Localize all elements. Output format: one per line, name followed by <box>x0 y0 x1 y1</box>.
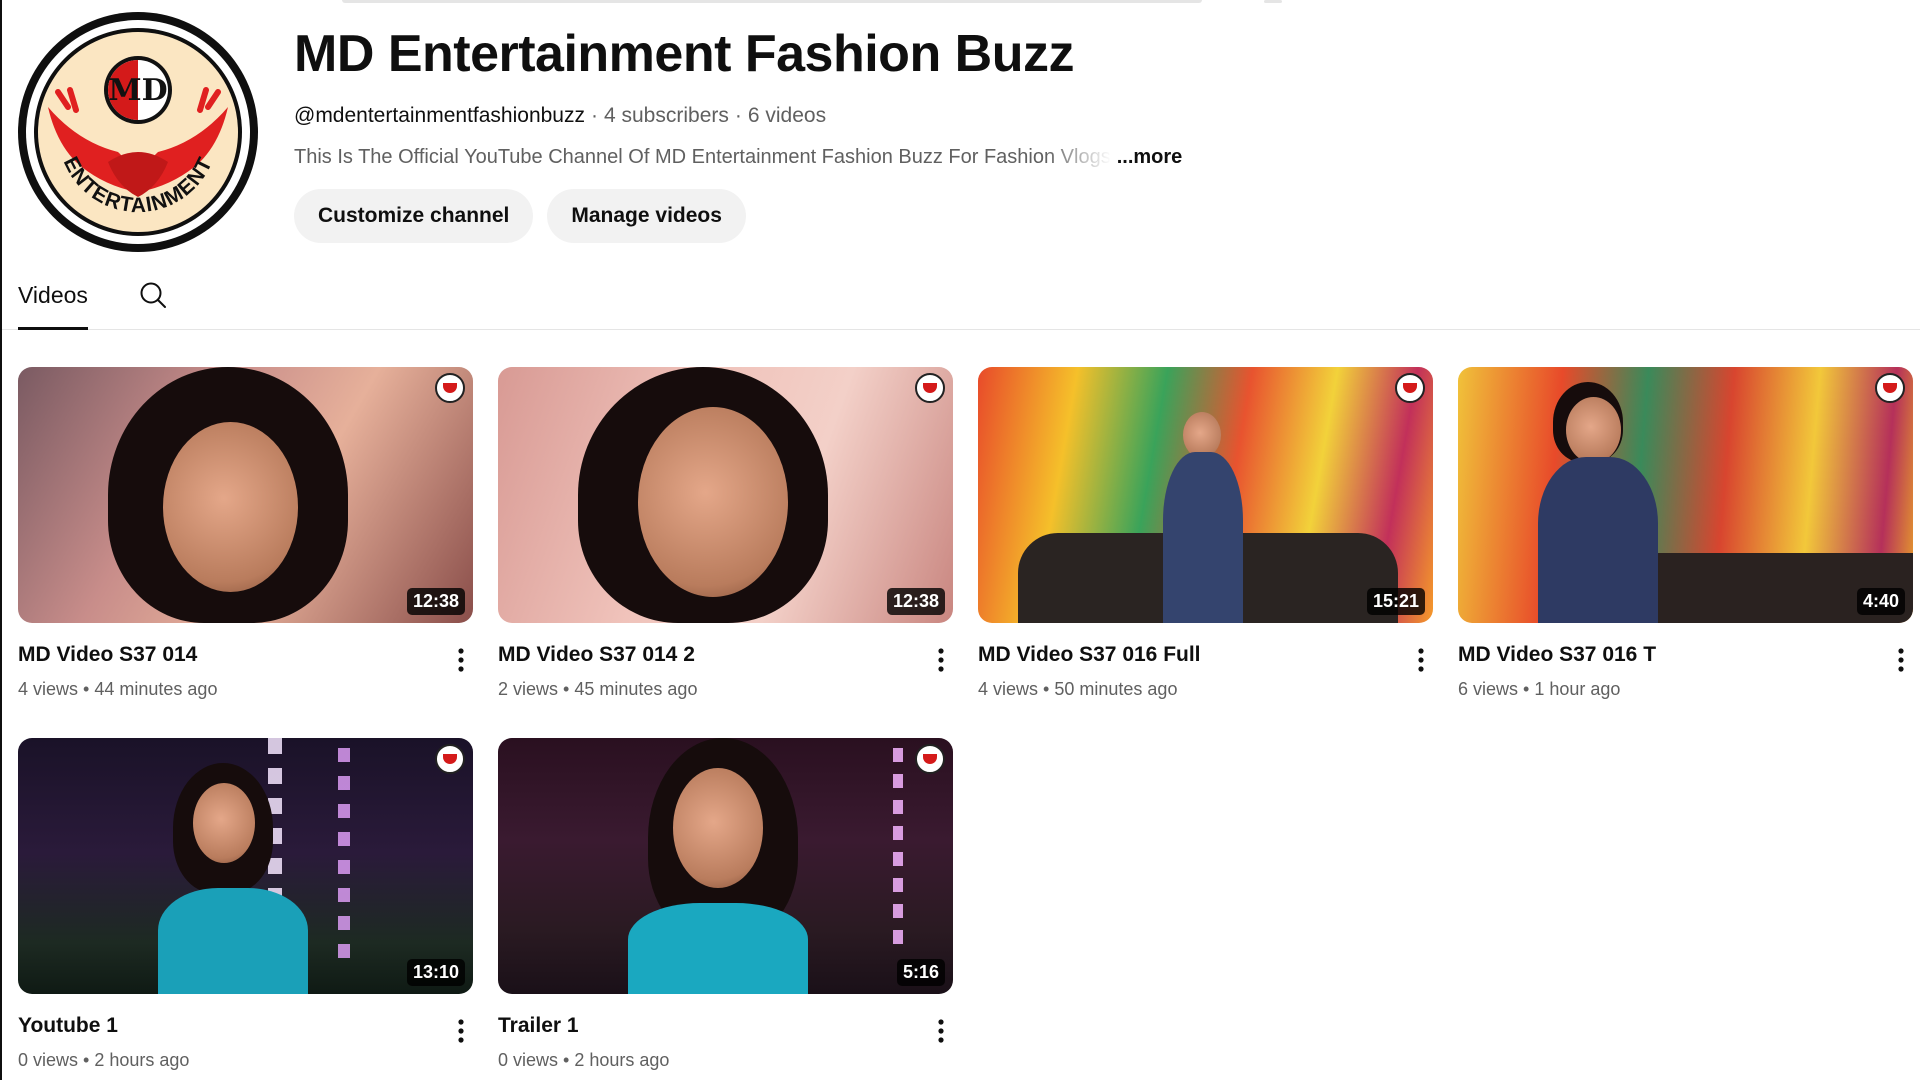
more-vert-icon <box>1418 648 1424 672</box>
video-thumbnail[interactable]: 12:38 <box>18 367 473 623</box>
video-duration: 5:16 <box>896 959 945 986</box>
more-vert-icon <box>458 648 464 672</box>
video-meta: 0 views • 2 hours ago <box>498 1050 913 1071</box>
more-vert-icon <box>1898 648 1904 672</box>
video-menu-button[interactable] <box>449 645 473 675</box>
video-duration: 12:38 <box>406 588 465 615</box>
video-meta: 4 views • 44 minutes ago <box>18 679 433 700</box>
video-card[interactable]: 15:21 MD Video S37 016 Full 4 views • 50… <box>978 367 1433 700</box>
video-title[interactable]: Trailer 1 <box>498 1012 913 1040</box>
video-card[interactable]: 4:40 MD Video S37 016 T 6 views • 1 hour… <box>1458 367 1913 700</box>
channel-handle[interactable]: @mdentertainmentfashionbuzz <box>294 104 585 128</box>
video-title[interactable]: MD Video S37 014 2 <box>498 641 913 669</box>
video-info: Trailer 1 0 views • 2 hours ago <box>498 1012 953 1071</box>
customize-channel-button[interactable]: Customize channel <box>294 189 534 243</box>
meta-separator: • <box>563 1050 570 1070</box>
channel-logo-icon: MD ENTERTAINMENT <box>26 20 250 244</box>
video-info: MD Video S37 016 T 6 views • 1 hour ago <box>1458 641 1913 700</box>
subscriber-count: 4 subscribers <box>603 104 729 127</box>
channel-watermark-icon <box>435 744 465 774</box>
video-card[interactable]: 13:10 Youtube 1 0 views • 2 hours ago <box>18 738 473 1071</box>
video-thumbnail[interactable]: 5:16 <box>498 738 953 994</box>
video-thumbnail[interactable]: 4:40 <box>1458 367 1913 623</box>
channel-header: MD ENTERTAINMENT MD Entertainment Fashio… <box>18 12 1182 252</box>
video-views: 0 views <box>18 1050 79 1070</box>
video-duration: 12:38 <box>886 588 945 615</box>
channel-search-button[interactable] <box>138 261 168 329</box>
video-menu-button[interactable] <box>929 645 953 675</box>
video-count: 6 videos <box>747 104 827 127</box>
video-views: 4 views <box>18 679 79 699</box>
video-menu-button[interactable] <box>929 1016 953 1046</box>
top-scroll-dot <box>1264 0 1282 3</box>
logo-md-text: MD <box>108 73 167 108</box>
video-menu-button[interactable] <box>1409 645 1433 675</box>
video-views: 6 views <box>1458 679 1519 699</box>
video-info: MD Video S37 014 2 2 views • 45 minutes … <box>498 641 953 700</box>
video-meta: 4 views • 50 minutes ago <box>978 679 1393 700</box>
channel-info: MD Entertainment Fashion Buzz @mdenterta… <box>294 12 1182 243</box>
video-card[interactable]: 12:38 MD Video S37 014 4 views • 44 minu… <box>18 367 473 700</box>
video-published: 45 minutes ago <box>574 679 698 699</box>
description-more-link[interactable]: ...more <box>1117 146 1183 169</box>
channel-meta: @mdentertainmentfashionbuzz · 4 subscrib… <box>294 104 1182 128</box>
channel-watermark-icon <box>915 744 945 774</box>
more-vert-icon <box>938 648 944 672</box>
channel-watermark-icon <box>435 373 465 403</box>
manage-videos-button[interactable]: Manage videos <box>547 189 746 243</box>
video-menu-button[interactable] <box>1889 645 1913 675</box>
channel-page: MD ENTERTAINMENT MD Entertainment Fashio… <box>0 0 1920 1080</box>
video-card[interactable]: 5:16 Trailer 1 0 views • 2 hours ago <box>498 738 953 1071</box>
video-thumbnail[interactable]: 15:21 <box>978 367 1433 623</box>
video-duration: 13:10 <box>406 959 465 986</box>
video-title[interactable]: Youtube 1 <box>18 1012 433 1040</box>
channel-watermark-icon <box>1395 373 1425 403</box>
video-info: MD Video S37 014 4 views • 44 minutes ag… <box>18 641 473 700</box>
channel-tabs: Videos <box>2 262 1920 330</box>
channel-watermark-icon <box>1875 373 1905 403</box>
video-info: MD Video S37 016 Full 4 views • 50 minut… <box>978 641 1433 700</box>
channel-description[interactable]: This Is The Official YouTube Channel Of … <box>294 146 1182 169</box>
video-published: 2 hours ago <box>94 1050 190 1070</box>
video-thumbnail[interactable]: 12:38 <box>498 367 953 623</box>
more-vert-icon <box>458 1019 464 1043</box>
meta-separator: • <box>83 679 90 699</box>
top-scroll-hint <box>342 0 1202 3</box>
video-published: 1 hour ago <box>1534 679 1621 699</box>
video-meta: 0 views • 2 hours ago <box>18 1050 433 1071</box>
meta-separator: · <box>734 104 742 127</box>
video-grid: 12:38 MD Video S37 014 4 views • 44 minu… <box>18 367 1913 1071</box>
video-duration: 4:40 <box>1856 588 1905 615</box>
tab-videos[interactable]: Videos <box>18 261 88 330</box>
video-views: 0 views <box>498 1050 559 1070</box>
channel-watermark-icon <box>915 373 945 403</box>
video-title[interactable]: MD Video S37 014 <box>18 641 433 669</box>
video-title[interactable]: MD Video S37 016 T <box>1458 641 1873 669</box>
video-menu-button[interactable] <box>449 1016 473 1046</box>
video-published: 44 minutes ago <box>94 679 218 699</box>
more-vert-icon <box>938 1019 944 1043</box>
video-published: 2 hours ago <box>574 1050 670 1070</box>
video-views: 2 views <box>498 679 559 699</box>
video-title[interactable]: MD Video S37 016 Full <box>978 641 1393 669</box>
meta-separator: · <box>590 104 598 127</box>
video-published: 50 minutes ago <box>1054 679 1178 699</box>
meta-separator: • <box>563 679 570 699</box>
video-info: Youtube 1 0 views • 2 hours ago <box>18 1012 473 1071</box>
channel-name: MD Entertainment Fashion Buzz <box>294 25 1074 83</box>
video-meta: 6 views • 1 hour ago <box>1458 679 1873 700</box>
meta-separator: • <box>1043 679 1050 699</box>
meta-separator: • <box>1523 679 1530 699</box>
video-card[interactable]: 12:38 MD Video S37 014 2 2 views • 45 mi… <box>498 367 953 700</box>
video-thumbnail[interactable]: 13:10 <box>18 738 473 994</box>
channel-avatar[interactable]: MD ENTERTAINMENT <box>18 12 258 252</box>
video-duration: 15:21 <box>1366 588 1425 615</box>
search-icon <box>140 282 166 308</box>
meta-separator: • <box>83 1050 90 1070</box>
video-meta: 2 views • 45 minutes ago <box>498 679 913 700</box>
description-text: This Is The Official YouTube Channel Of … <box>294 146 1111 168</box>
video-views: 4 views <box>978 679 1039 699</box>
channel-actions: Customize channel Manage videos <box>294 189 1182 243</box>
